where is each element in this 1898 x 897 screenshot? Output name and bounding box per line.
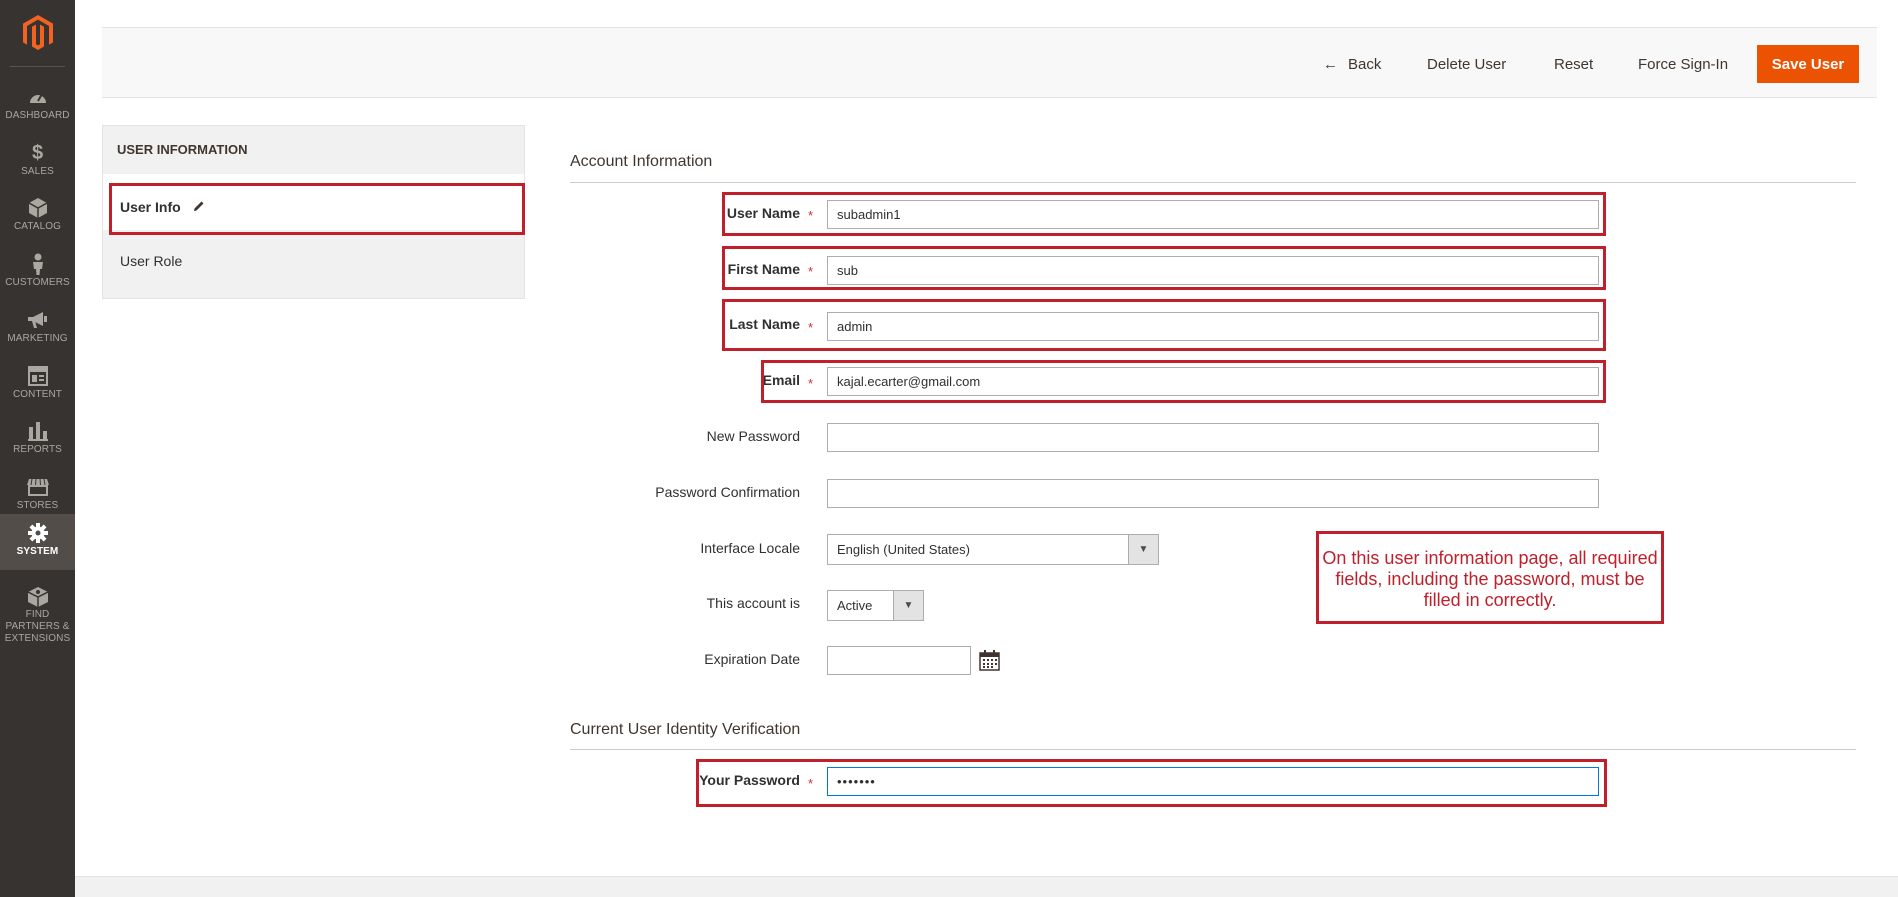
calendar-icon[interactable]: [979, 650, 1000, 676]
new-password-label: New Password: [706, 428, 800, 444]
nav-label: DASHBOARD: [5, 110, 70, 121]
section-divider: [570, 749, 1856, 750]
nav-label: REPORTS: [13, 444, 62, 455]
megaphone-icon: [27, 309, 49, 331]
reset-button[interactable]: Reset: [1554, 45, 1593, 83]
nav-system[interactable]: SYSTEM: [0, 514, 75, 570]
box-icon: [27, 587, 49, 607]
annotation-box-lastname: [722, 299, 1606, 351]
account-status-label: This account is: [706, 595, 800, 611]
annotation-box-email: [761, 360, 1606, 403]
nav-label: SALES: [21, 166, 54, 177]
interface-locale-select[interactable]: English (United States) ▼: [827, 534, 1159, 565]
nav-label: MARKETING: [7, 333, 68, 344]
password-confirmation-input[interactable]: [827, 479, 1599, 508]
annotation-box-user-info: [109, 183, 525, 235]
gear-icon: [27, 522, 49, 544]
new-password-input[interactable]: [827, 423, 1599, 452]
annotation-box-firstname: [722, 246, 1606, 290]
password-confirmation-label: Password Confirmation: [655, 484, 800, 500]
identity-verification-title: Current User Identity Verification: [570, 721, 801, 738]
cube-icon: [27, 197, 49, 219]
page-footer: [75, 876, 1898, 897]
logo-divider: [10, 66, 65, 67]
nav-dashboard[interactable]: DASHBOARD: [0, 78, 75, 134]
nav-find-partners[interactable]: FIND PARTNERS & EXTENSIONS: [0, 579, 75, 644]
interface-locale-label: Interface Locale: [700, 540, 800, 556]
tabs-title: USER INFORMATION: [117, 142, 248, 157]
annotation-box-username: [722, 192, 1606, 236]
tab-user-role[interactable]: User Role: [120, 253, 182, 269]
nav-label: STORES: [16, 500, 59, 511]
admin-sidebar: DASHBOARD $ SALES CATALOG CUSTOMERS MARK…: [0, 0, 75, 897]
page-actions-bar: ← Back Delete User Reset Force Sign-In S…: [102, 27, 1877, 98]
bar-chart-icon: [27, 420, 49, 442]
nav-marketing[interactable]: MARKETING: [0, 301, 75, 357]
expiration-date-input[interactable]: [827, 646, 971, 675]
nav-label: SYSTEM: [16, 546, 59, 557]
back-button[interactable]: ← Back: [1323, 45, 1381, 83]
dollar-icon: $: [31, 141, 44, 164]
chevron-down-icon: ▼: [893, 591, 923, 620]
account-information-title: Account Information: [570, 153, 713, 170]
nav-customers[interactable]: CUSTOMERS: [0, 245, 75, 301]
nav-reports[interactable]: REPORTS: [0, 412, 75, 468]
save-user-button[interactable]: Save User: [1757, 45, 1859, 83]
account-status-value: Active: [837, 598, 873, 613]
force-sign-in-button[interactable]: Force Sign-In: [1638, 45, 1728, 83]
layout-icon: [27, 365, 49, 387]
nav-label: CONTENT: [12, 389, 63, 400]
store-icon: [26, 476, 49, 498]
annotation-box-your-password: [696, 759, 1607, 807]
nav-content[interactable]: CONTENT: [0, 357, 75, 413]
annotation-callout: On this user information page, all requi…: [1316, 531, 1664, 624]
dashboard-icon: [27, 86, 49, 108]
nav-label: CATALOG: [13, 221, 61, 232]
back-label: Back: [1348, 55, 1382, 73]
magento-logo[interactable]: [0, 0, 75, 66]
person-icon: [27, 253, 49, 275]
magento-logo-icon: [22, 15, 53, 50]
arrow-left-icon: ←: [1323, 55, 1338, 73]
chevron-down-icon: ▼: [1128, 535, 1158, 564]
expiration-date-label: Expiration Date: [704, 651, 800, 667]
nav-catalog[interactable]: CATALOG: [0, 189, 75, 245]
nav-sales[interactable]: $ SALES: [0, 134, 75, 190]
delete-user-button[interactable]: Delete User: [1427, 45, 1506, 83]
nav-label: FIND PARTNERS & EXTENSIONS: [4, 609, 71, 644]
nav-label: CUSTOMERS: [5, 277, 70, 288]
section-divider: [570, 182, 1856, 183]
account-status-select[interactable]: Active ▼: [827, 590, 924, 621]
interface-locale-value: English (United States): [837, 542, 970, 557]
